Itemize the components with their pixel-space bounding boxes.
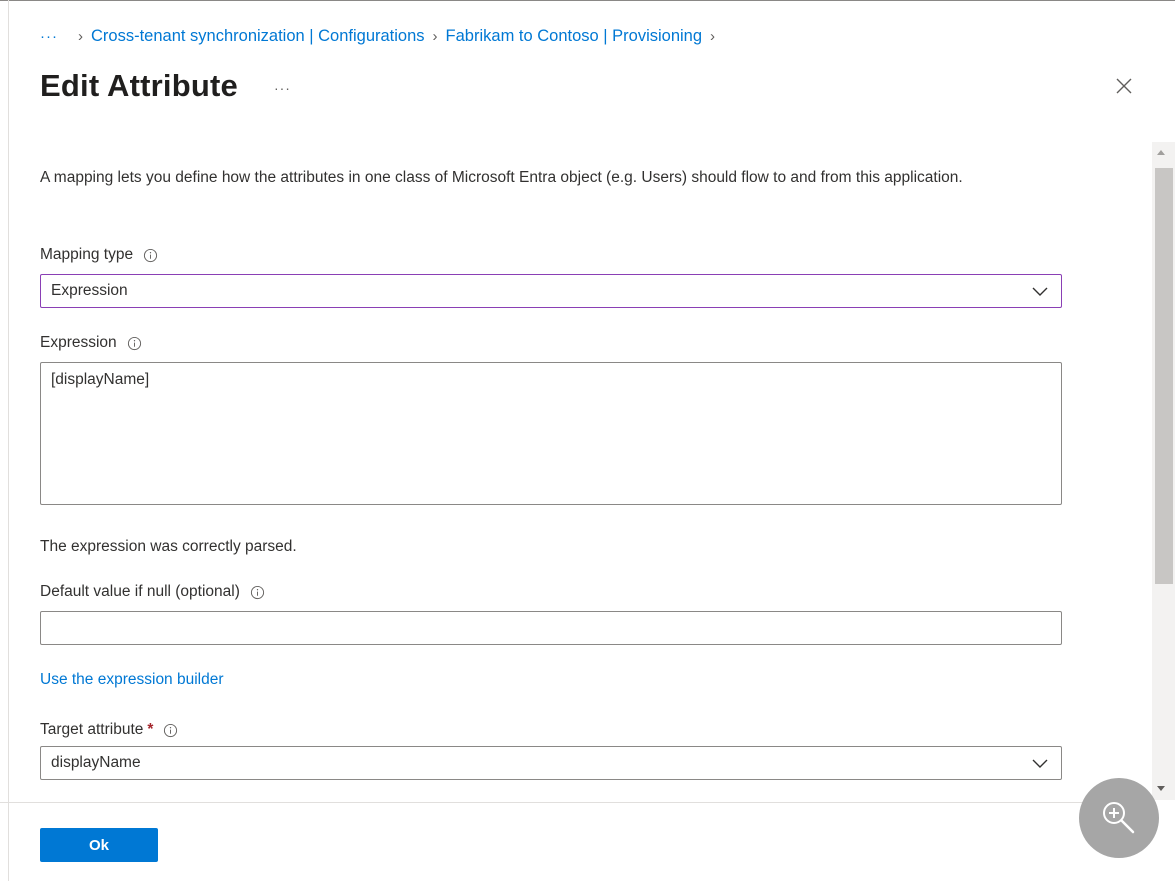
more-options-button[interactable]: ··· <box>274 80 291 96</box>
default-value-label: Default value if null (optional) <box>40 583 265 601</box>
breadcrumb-item-provisioning[interactable]: Fabrikam to Contoso | Provisioning <box>446 27 702 46</box>
intro-text: A mapping lets you define how the attrib… <box>40 169 963 186</box>
required-marker: * <box>147 721 154 738</box>
target-attribute-label-text: Target attribute <box>40 721 144 738</box>
expression-textarea[interactable]: [displayName] <box>40 362 1062 505</box>
info-icon[interactable] <box>250 585 265 600</box>
target-attribute-label: Target attribute * <box>40 721 178 739</box>
default-value-input[interactable] <box>40 611 1062 645</box>
top-divider <box>0 0 1175 1</box>
breadcrumb-item-configurations[interactable]: Cross-tenant synchronization | Configura… <box>91 27 425 46</box>
scroll-up-arrow-icon[interactable] <box>1157 150 1165 155</box>
form-content: A mapping lets you define how the attrib… <box>0 140 1152 800</box>
target-attribute-value: displayName <box>51 754 141 771</box>
expression-parse-status: The expression was correctly parsed. <box>40 538 297 555</box>
mapping-type-dropdown[interactable]: Expression <box>40 274 1062 308</box>
chevron-right-icon: › <box>78 27 83 45</box>
close-button[interactable] <box>1114 76 1134 96</box>
target-attribute-dropdown[interactable]: displayName <box>40 746 1062 780</box>
ok-button[interactable]: Ok <box>40 828 158 862</box>
info-icon[interactable] <box>127 336 142 351</box>
scrollbar-thumb[interactable] <box>1155 168 1173 584</box>
breadcrumb-overflow-button[interactable]: ··· <box>40 28 58 45</box>
default-value-label-text: Default value if null (optional) <box>40 583 240 600</box>
footer-divider <box>0 802 1152 803</box>
mapping-type-label: Mapping type <box>40 246 158 264</box>
zoom-in-button[interactable] <box>1079 778 1159 858</box>
close-icon <box>1116 78 1132 94</box>
expression-label: Expression <box>40 334 142 352</box>
zoom-in-icon <box>1103 802 1135 834</box>
info-icon[interactable] <box>143 248 158 263</box>
scroll-down-arrow-icon[interactable] <box>1157 786 1165 791</box>
chevron-right-icon: › <box>432 27 438 45</box>
chevron-down-icon <box>1032 759 1048 768</box>
info-icon[interactable] <box>163 723 178 738</box>
expression-builder-link[interactable]: Use the expression builder <box>40 671 224 689</box>
expression-label-text: Expression <box>40 334 117 351</box>
mapping-type-label-text: Mapping type <box>40 246 134 263</box>
chevron-right-icon: › <box>710 27 716 45</box>
mapping-type-value: Expression <box>51 282 128 299</box>
title-row: Edit Attribute ··· <box>40 66 291 106</box>
chevron-down-icon <box>1032 287 1048 296</box>
breadcrumb: ··· › Cross-tenant synchronization | Con… <box>40 25 723 47</box>
page-title: Edit Attribute <box>40 68 238 103</box>
